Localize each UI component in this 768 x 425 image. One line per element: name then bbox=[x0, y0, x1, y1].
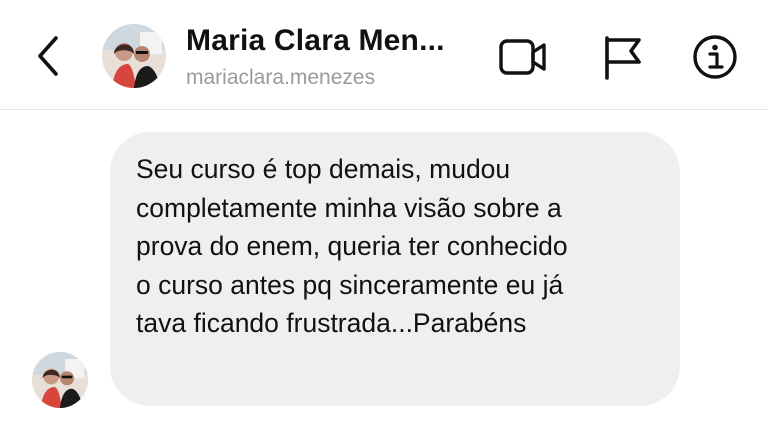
back-button[interactable] bbox=[28, 32, 68, 80]
message-bubble[interactable]: Seu curso é top demais, mudou completame… bbox=[110, 132, 680, 406]
sender-avatar[interactable] bbox=[32, 352, 88, 408]
video-camera-icon bbox=[499, 39, 546, 75]
info-button[interactable] bbox=[690, 32, 740, 82]
video-call-button[interactable] bbox=[498, 32, 548, 82]
info-icon bbox=[693, 35, 737, 79]
profile-avatar[interactable] bbox=[102, 24, 166, 88]
dm-conversation-screen: Maria Clara Men... mariaclara.menezes Se… bbox=[0, 0, 768, 425]
conversation-header: Maria Clara Men... mariaclara.menezes bbox=[0, 0, 768, 110]
flag-icon bbox=[605, 36, 641, 80]
report-button[interactable] bbox=[596, 32, 646, 82]
message-text: Seu curso é top demais, mudou completame… bbox=[136, 154, 568, 339]
contact-username: mariaclara.menezes bbox=[186, 66, 376, 89]
contact-name[interactable]: Maria Clara Men... bbox=[186, 24, 445, 58]
chevron-left-icon bbox=[38, 36, 58, 76]
